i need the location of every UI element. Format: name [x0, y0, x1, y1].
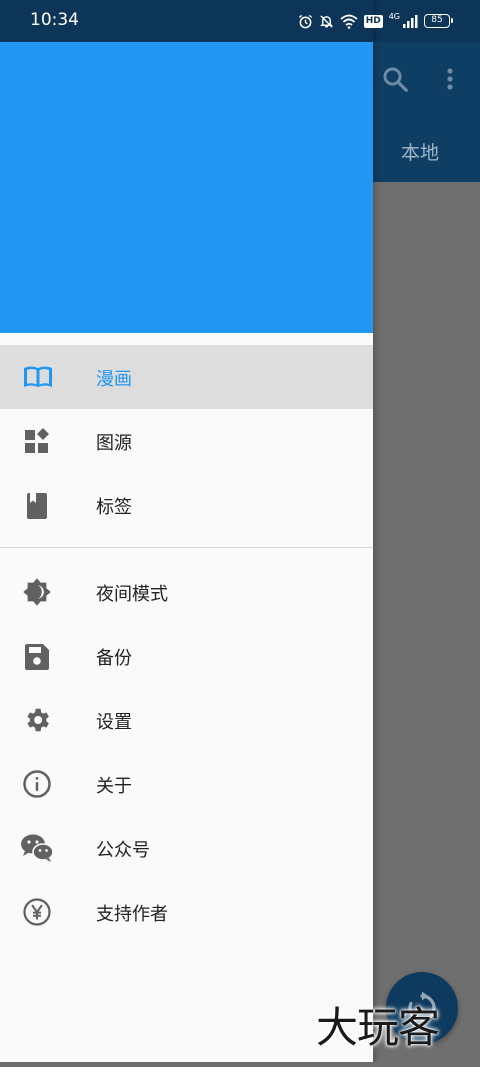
book-open-icon — [22, 364, 52, 390]
watermark: 大玩客 — [316, 1003, 440, 1052]
drawer-item-label: 关于 — [96, 776, 132, 797]
drawer-item-about[interactable]: 关于 — [0, 752, 373, 816]
more-vertical-icon[interactable] — [438, 64, 462, 94]
drawer-item-settings[interactable]: 设置 — [0, 688, 373, 752]
gear-icon — [22, 707, 52, 733]
drawer-item-sources[interactable]: 图源 — [0, 409, 373, 473]
save-icon — [22, 643, 52, 670]
bell-mute-icon — [319, 14, 333, 28]
info-icon — [22, 770, 52, 798]
status-icons: HD 4G 85 — [298, 11, 453, 31]
wechat-icon — [21, 834, 54, 862]
bookmark-book-icon — [22, 492, 52, 519]
drawer-item-night-mode[interactable]: 夜间模式 — [0, 560, 373, 624]
yen-coin-icon — [22, 898, 52, 926]
drawer-divider — [0, 547, 373, 548]
system-navigation-bar[interactable] — [0, 1062, 480, 1067]
network-type: 4G — [388, 11, 400, 21]
drawer-header — [0, 0, 373, 333]
signal-icon — [403, 14, 418, 28]
tab-local[interactable]: 本地 — [374, 138, 466, 164]
hd-badge: HD — [363, 14, 383, 28]
drawer-item-label: 公众号 — [96, 840, 150, 861]
battery-indicator: 85 — [424, 14, 453, 28]
drawer-item-comics[interactable]: 漫画 — [0, 345, 373, 409]
status-time: 10:34 — [30, 10, 79, 30]
drawer-item-label: 夜间模式 — [96, 584, 168, 605]
alarm-icon — [298, 14, 312, 28]
drawer-item-label: 备份 — [96, 648, 132, 669]
drawer-item-support-author[interactable]: 支持作者 — [0, 880, 373, 944]
navigation-drawer: 漫画 图源 标签 夜间模式 备份 设置 关于 公众号 支持作者 — [0, 0, 373, 1067]
brightness-icon — [22, 578, 52, 606]
wifi-icon — [340, 14, 358, 29]
drawer-item-label: 标签 — [96, 497, 132, 518]
drawer-item-tags[interactable]: 标签 — [0, 473, 373, 537]
drawer-item-label: 漫画 — [96, 369, 132, 390]
search-icon[interactable] — [380, 64, 410, 94]
drawer-item-label: 设置 — [96, 712, 132, 733]
dashboard-widgets-icon — [22, 428, 52, 454]
drawer-item-label: 图源 — [96, 433, 132, 454]
screen: 本地 漫画 图源 标签 夜间模式 备份 设置 关于 公众号 支持作者 10:34… — [0, 0, 480, 1067]
drawer-item-label: 支持作者 — [96, 904, 168, 925]
drawer-item-backup[interactable]: 备份 — [0, 624, 373, 688]
drawer-item-official-account[interactable]: 公众号 — [0, 816, 373, 880]
